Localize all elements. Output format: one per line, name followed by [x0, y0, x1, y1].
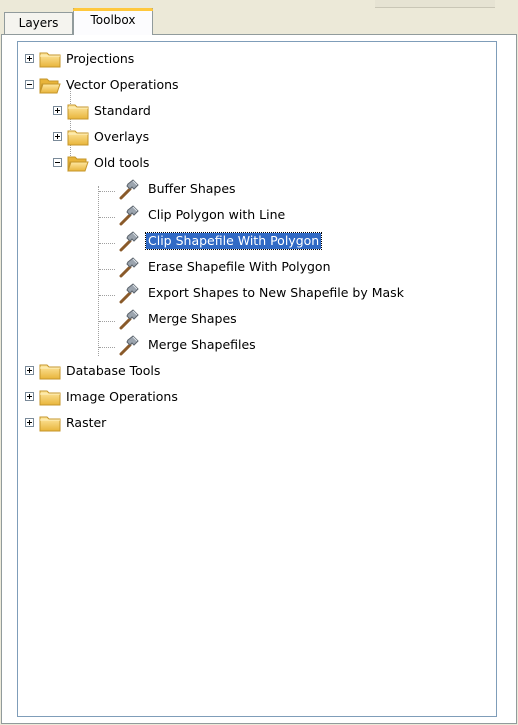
tree-node-export-shapes-by-mask[interactable]: Export Shapes to New Shapefile by Mask: [18, 280, 496, 306]
tree-node-label: Merge Shapes: [148, 311, 237, 326]
tree-node-label: Erase Shapefile With Polygon: [148, 259, 331, 274]
tab-layers[interactable]: Layers: [4, 12, 73, 34]
tree-node-label: Export Shapes to New Shapefile by Mask: [148, 285, 404, 300]
tab-toolbox-label: Toolbox: [90, 13, 136, 27]
tree-node-label: Clip Polygon with Line: [148, 207, 286, 222]
hammer-tool-icon: [118, 204, 140, 226]
plus-box-icon[interactable]: [53, 132, 62, 141]
tab-toolbox[interactable]: Toolbox: [73, 8, 153, 35]
tree-node-label: Standard: [94, 103, 151, 118]
tree-node-buffer-shapes[interactable]: Buffer Shapes: [18, 176, 496, 202]
tree-node-label: Image Operations: [66, 389, 178, 404]
folder-closed-icon: [39, 388, 61, 406]
toolbox-tree[interactable]: Projections Vector Operations Standard O…: [17, 41, 497, 717]
hammer-tool-icon: [118, 230, 140, 252]
tree-node-label: Projections: [66, 51, 135, 66]
tree-node-erase-shapefile-with-polygon[interactable]: Erase Shapefile With Polygon: [18, 254, 496, 280]
tree-node-vector-operations[interactable]: Vector Operations: [18, 72, 496, 98]
tree-node-clip-polygon-with-line[interactable]: Clip Polygon with Line: [18, 202, 496, 228]
tree-node-merge-shapes[interactable]: Merge Shapes: [18, 306, 496, 332]
tree-node-standard[interactable]: Standard: [18, 98, 496, 124]
tree-node-image-operations[interactable]: Image Operations: [18, 384, 496, 410]
panel-tab-bar: Layers Toolbox: [0, 0, 518, 35]
tree-node-label: Database Tools: [66, 363, 161, 378]
hammer-tool-icon: [118, 282, 140, 304]
tree-node-label: Buffer Shapes: [148, 181, 236, 196]
plus-box-icon[interactable]: [25, 54, 34, 63]
tree-node-raster[interactable]: Raster: [18, 410, 496, 436]
tree-node-projections[interactable]: Projections: [18, 46, 496, 72]
folder-closed-icon: [67, 102, 89, 120]
minus-box-icon[interactable]: [25, 80, 34, 89]
hammer-tool-icon: [118, 308, 140, 330]
tree-node-database-tools[interactable]: Database Tools: [18, 358, 496, 384]
tree-node-merge-shapefiles[interactable]: Merge Shapefiles: [18, 332, 496, 358]
tree-node-overlays[interactable]: Overlays: [18, 124, 496, 150]
tree-node-label: Merge Shapefiles: [148, 337, 256, 352]
tree-node-label: Raster: [66, 415, 107, 430]
plus-box-icon[interactable]: [25, 418, 34, 427]
tree-node-label: Vector Operations: [66, 77, 179, 92]
tree-node-old-tools[interactable]: Old tools: [18, 150, 496, 176]
folder-closed-icon: [39, 362, 61, 380]
folder-open-icon: [39, 76, 61, 94]
folder-closed-icon: [39, 414, 61, 432]
folder-closed-icon: [39, 50, 61, 68]
folder-open-icon: [67, 154, 89, 172]
tree-node-label: Overlays: [94, 129, 150, 144]
plus-box-icon[interactable]: [53, 106, 62, 115]
hammer-tool-icon: [118, 334, 140, 356]
tab-layers-label: Layers: [18, 16, 59, 30]
folder-closed-icon: [67, 128, 89, 146]
tree-node-clip-shapefile-with-polygon[interactable]: Clip Shapefile With Polygon: [18, 228, 496, 254]
tree-node-label: Old tools: [94, 155, 150, 170]
tree-node-label-selected: Clip Shapefile With Polygon: [144, 232, 323, 250]
top-scroll-area: [375, 0, 518, 8]
minus-box-icon[interactable]: [53, 158, 62, 167]
hammer-tool-icon: [118, 256, 140, 278]
hammer-tool-icon: [118, 178, 140, 200]
plus-box-icon[interactable]: [25, 392, 34, 401]
plus-box-icon[interactable]: [25, 366, 34, 375]
